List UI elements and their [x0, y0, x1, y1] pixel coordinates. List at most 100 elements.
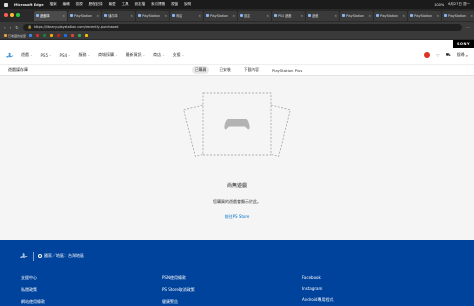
menubar-item[interactable]: 視窗	[171, 2, 178, 7]
extensions-icon[interactable]: ⋯	[466, 25, 470, 30]
battery-status[interactable]: 100%	[434, 3, 444, 7]
forward-icon[interactable]: ›	[10, 25, 12, 30]
footer-link[interactable]: Facebook	[302, 275, 333, 280]
close-tab-icon[interactable]: ×	[436, 14, 439, 18]
close-tab-icon[interactable]: ×	[470, 14, 473, 18]
menubar-item[interactable]: 說明	[184, 2, 191, 7]
footer-link[interactable]: 支援中心	[21, 275, 45, 281]
library-tab[interactable]: 已購買	[192, 66, 210, 74]
nav-item[interactable]: PS4 ⌄	[60, 53, 71, 58]
menubar-item[interactable]: 索引標籤	[151, 2, 165, 7]
close-tab-icon[interactable]: ×	[300, 14, 303, 18]
cart-icon[interactable]: ⛟	[446, 52, 451, 58]
menubar-app-name[interactable]: Microsoft Edge	[14, 3, 44, 7]
library-tab[interactable]: 已安裝	[216, 66, 233, 74]
browser-tab[interactable]: PS4 遊戲 ×	[272, 10, 305, 21]
globe-icon	[38, 254, 42, 258]
browser-tab[interactable]: 遊戲庫 ×	[34, 10, 67, 21]
tab-favicon-icon	[172, 14, 175, 17]
region-selector[interactable]: 國家／地區：台灣地區	[38, 253, 84, 259]
heart-icon[interactable]: ♡	[436, 53, 440, 58]
tab-label: PlayStation	[380, 13, 398, 18]
bookmark-item[interactable]: 已收藏的最愛	[4, 34, 26, 38]
footer-link[interactable]: Android專用程式	[302, 297, 333, 303]
bookmark-item[interactable]	[71, 34, 75, 37]
browser-tab[interactable]: PlayStation ×	[374, 10, 407, 21]
menubar-item[interactable]: 檢視	[76, 2, 83, 7]
sony-logo: SONY	[453, 40, 474, 48]
playstation-footer-logo-icon[interactable]	[20, 252, 28, 260]
bookmarks-bar: 已收藏的最愛	[0, 32, 474, 40]
nav-item[interactable]: 商店 ⌄	[153, 52, 165, 58]
url-input[interactable]: 🔒 https://library.playstation.com/recent…	[22, 23, 462, 31]
clock[interactable]: 6月27日 週一	[448, 2, 470, 7]
browser-tab[interactable]: PlayStation ×	[136, 10, 169, 21]
menubar-item[interactable]: 歷程記錄	[89, 2, 103, 7]
bookmark-item[interactable]	[50, 34, 54, 37]
bookmark-favicon-icon	[43, 34, 47, 37]
footer-link[interactable]: PS Store取消政策	[162, 287, 195, 293]
bookmark-item[interactable]	[29, 34, 33, 37]
minimize-window-button[interactable]	[10, 13, 14, 17]
apple-icon[interactable]	[4, 2, 8, 7]
browser-tab[interactable]: PlayStation ×	[408, 10, 441, 21]
nav-item[interactable]: 最新資訊 ⌄	[126, 52, 146, 58]
close-tab-icon[interactable]: ×	[266, 14, 269, 18]
nav-item-label: PS4	[59, 52, 68, 58]
close-tab-icon[interactable]: ×	[368, 14, 371, 18]
footer-link[interactable]: 網站使用條款	[21, 299, 45, 305]
close-tab-icon[interactable]: ×	[96, 14, 99, 18]
nav-item[interactable]: 服務 ⌄	[79, 52, 91, 58]
browser-tab[interactable]: 商店 ×	[170, 10, 203, 21]
library-tab[interactable]: PlayStation Plus	[269, 67, 305, 74]
footer-link[interactable]: 健康警告	[162, 299, 195, 305]
library-main: 尚無遊戲 您購買的遊戲會顯示於此。 前往PS Store	[0, 76, 474, 240]
browser-tab[interactable]: 設定 ×	[238, 10, 271, 21]
menubar-item[interactable]: 編輯	[63, 2, 70, 7]
go-to-ps-store-link[interactable]: 前往PS Store	[0, 214, 474, 220]
bookmark-item[interactable]	[85, 34, 89, 37]
bookmark-item[interactable]	[78, 34, 82, 37]
browser-tab[interactable]: PlayStation ×	[442, 10, 474, 21]
browser-tab[interactable]: PlayStation ×	[68, 10, 101, 21]
browser-tab[interactable]: PlayStation ×	[204, 10, 237, 21]
browser-tab[interactable]: 儲存庫 ×	[102, 10, 135, 21]
playstation-logo-icon[interactable]	[6, 52, 14, 59]
bookmark-favicon-icon	[78, 34, 82, 37]
menubar-item[interactable]: 檔案	[50, 2, 57, 7]
nav-item[interactable]: 支援 ⌄	[173, 52, 185, 58]
menubar-item[interactable]: 工具	[122, 2, 129, 7]
tab-favicon-icon	[104, 14, 107, 17]
bookmark-item[interactable]	[64, 34, 68, 37]
close-tab-icon[interactable]: ×	[198, 14, 201, 18]
bookmark-item[interactable]	[57, 34, 61, 37]
close-window-button[interactable]	[4, 13, 8, 17]
region-label: 國家／地區：台灣地區	[44, 253, 84, 258]
close-tab-icon[interactable]: ×	[232, 14, 235, 18]
back-icon[interactable]: ‹	[4, 25, 6, 30]
library-tab[interactable]: 下載內容	[241, 66, 262, 74]
search-button[interactable]: 搜尋 ⌕	[457, 52, 468, 58]
bookmark-item[interactable]	[36, 34, 40, 37]
tab-favicon-icon	[36, 14, 39, 17]
close-tab-icon[interactable]: ×	[62, 14, 65, 18]
nav-item[interactable]: PS5 ⌄	[41, 53, 52, 58]
avatar[interactable]	[424, 52, 431, 58]
footer-link[interactable]: PSN使用條款	[162, 275, 195, 281]
nav-item[interactable]: 遊戲 ⌄	[21, 52, 33, 58]
browser-tab[interactable]: PlayStation ×	[340, 10, 373, 21]
close-tab-icon[interactable]: ×	[164, 14, 167, 18]
browser-tab[interactable]: 遊戲 ×	[306, 10, 339, 21]
menubar-item[interactable]: 最愛	[109, 2, 116, 7]
footer-link[interactable]: 私隱政策	[21, 287, 45, 293]
maximize-window-button[interactable]	[16, 13, 20, 17]
bookmark-item[interactable]	[43, 34, 47, 37]
close-tab-icon[interactable]: ×	[130, 14, 133, 18]
tab-favicon-icon	[70, 14, 73, 17]
footer-link[interactable]: Instagram	[302, 286, 333, 291]
close-tab-icon[interactable]: ×	[402, 14, 405, 18]
menubar-item[interactable]: 設定檔	[135, 2, 146, 7]
reload-icon[interactable]: ↻	[15, 25, 18, 30]
nav-item[interactable]: 商城採購 ⌄	[98, 52, 118, 58]
close-tab-icon[interactable]: ×	[334, 14, 337, 18]
